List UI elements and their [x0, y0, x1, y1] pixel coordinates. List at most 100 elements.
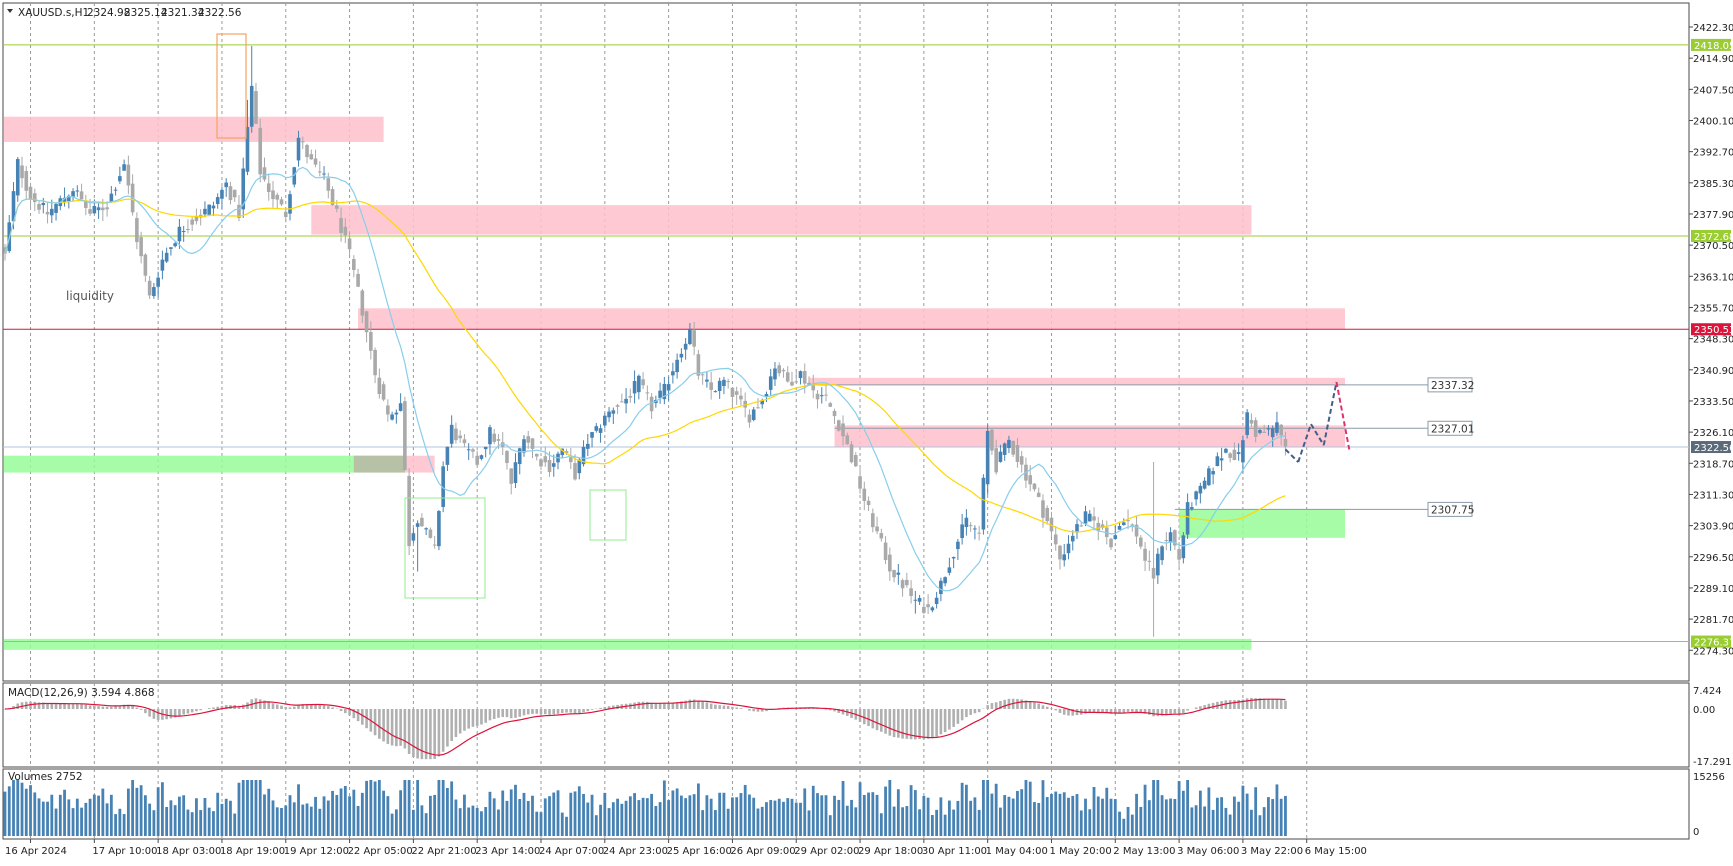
volume-bar — [1131, 815, 1134, 836]
time-tick-label: 22 Apr 21:00 — [411, 846, 476, 857]
price-tag-2418.05: 2418.05 — [1691, 39, 1733, 52]
volume-bar — [791, 799, 794, 836]
volume-bar — [961, 783, 964, 836]
volume-bar — [565, 817, 568, 836]
macd-bar — [318, 705, 321, 709]
supply-zone[interactable] — [809, 378, 1345, 385]
macd-bar — [1267, 699, 1270, 709]
volume-bar — [986, 780, 989, 836]
symbol-timeframe: XAUUSD.s,H1 — [18, 7, 89, 19]
volume-bar — [557, 790, 560, 836]
svg-text:2337.32: 2337.32 — [1431, 380, 1474, 392]
volume-bar — [259, 780, 262, 836]
volume-bar — [1122, 819, 1125, 836]
volume-bar — [221, 804, 224, 836]
volume-bar — [795, 803, 798, 836]
demand-zone[interactable] — [4, 639, 1251, 650]
volume-bar — [187, 810, 190, 836]
volume-bar — [544, 798, 547, 836]
volume-bar — [1063, 792, 1066, 836]
volume-bar — [1169, 799, 1172, 836]
volume-bar — [76, 799, 79, 836]
volume-bar — [684, 798, 687, 836]
volume-bar — [510, 789, 513, 836]
price-tick-label: 2363.10 — [1693, 272, 1733, 283]
supply-zone[interactable] — [4, 117, 384, 142]
volume-bar — [744, 785, 747, 836]
volume-bar — [620, 804, 623, 836]
macd-bar — [935, 709, 938, 737]
volume-panel[interactable]: Volumes 2752 — [3, 769, 1689, 839]
price-panel[interactable]: liquidity XAUUSD.s,H1 2324.98 2325.14 23… — [3, 3, 1689, 681]
volume-bar — [867, 793, 870, 836]
macd-bar — [412, 709, 415, 757]
volume-bar — [786, 798, 789, 836]
macd-bar — [1233, 700, 1236, 709]
macd-bar — [893, 709, 896, 737]
macd-bar — [531, 709, 534, 714]
supply-zone[interactable] — [311, 205, 1251, 234]
macd-bar — [280, 706, 283, 709]
supply-zone[interactable] — [358, 308, 1345, 329]
macd-bar — [378, 709, 381, 739]
volume-bar — [863, 795, 866, 836]
macd-bar — [429, 709, 432, 759]
volume-bar — [765, 802, 768, 836]
volume-bar — [386, 796, 389, 836]
volume-bar — [1084, 799, 1087, 836]
macd-bar — [940, 709, 943, 734]
volume-bar — [569, 793, 572, 836]
volume-bar — [612, 802, 615, 836]
volume-bar — [680, 796, 683, 836]
volume-bar — [272, 800, 275, 836]
volume-bar — [297, 784, 300, 836]
price-axis[interactable]: 2422.302414.902407.502400.102392.702385.… — [1689, 23, 1733, 657]
time-tick-label: 18 Apr 03:00 — [156, 846, 221, 857]
volume-bar — [833, 796, 836, 836]
volume-bar — [1029, 782, 1032, 836]
macd-bar — [85, 705, 88, 709]
macd-bar — [374, 709, 377, 735]
volume-bar — [25, 789, 28, 836]
macd-bar — [497, 709, 500, 718]
volume-bar — [408, 780, 411, 836]
macd-bar — [1029, 701, 1032, 709]
volume-bar — [1233, 797, 1236, 836]
macd-panel[interactable]: MACD(12,26,9) 3.594 4.868 — [3, 683, 1689, 767]
macd-bar — [880, 709, 883, 732]
trading-chart[interactable]: liquidity XAUUSD.s,H1 2324.98 2325.14 23… — [0, 0, 1733, 862]
volume-bar — [1025, 780, 1028, 836]
macd-bar — [340, 709, 343, 711]
volume-bar — [769, 800, 772, 836]
macd-bar — [1178, 709, 1181, 714]
macd-bar — [144, 709, 147, 713]
volume-bar — [29, 785, 32, 836]
volume-bar — [323, 796, 326, 836]
macd-bar — [714, 705, 717, 709]
macd-bar — [1063, 709, 1066, 715]
candle — [1207, 466, 1211, 486]
volume-bar — [348, 796, 351, 836]
price-tick-label: 2414.90 — [1693, 54, 1733, 65]
macd-bar — [642, 702, 645, 709]
volume-bar — [552, 793, 555, 836]
price-tag-2372.68: 2372.68 — [1691, 230, 1733, 243]
volume-bar — [59, 795, 62, 836]
volume-bar — [561, 813, 564, 836]
time-tick-label: 19 Apr 12:00 — [284, 846, 349, 857]
macd-bar — [438, 709, 441, 756]
macd-bar — [178, 709, 181, 716]
demand-zone[interactable] — [4, 456, 405, 473]
time-tick-label: 24 Apr 07:00 — [539, 846, 604, 857]
volume-bar — [1135, 794, 1138, 836]
time-tick-label: 17 Apr 10:00 — [92, 846, 157, 857]
volume-bar — [582, 794, 585, 836]
macd-bar — [1016, 699, 1019, 709]
candle — [437, 510, 441, 550]
volume-bar — [880, 813, 883, 836]
demand-zone[interactable] — [1179, 509, 1345, 537]
volume-bar — [1008, 797, 1011, 836]
macd-bar — [1037, 704, 1040, 709]
macd-bar — [1199, 706, 1202, 709]
volume-bar — [710, 799, 713, 836]
